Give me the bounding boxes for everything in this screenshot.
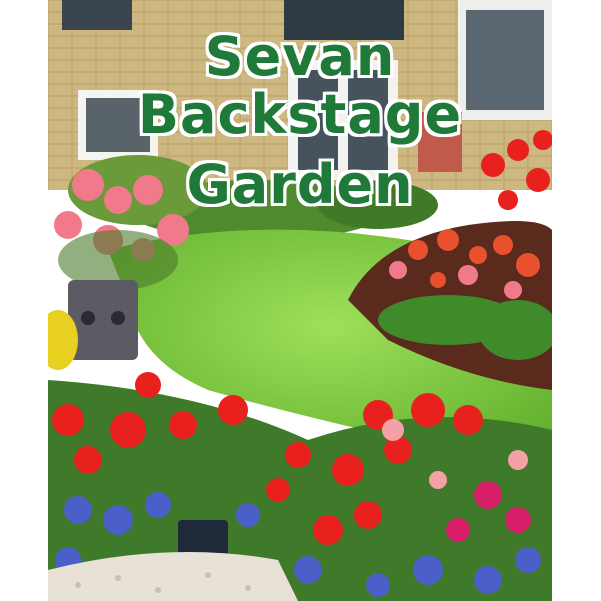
garden-photo — [48, 0, 552, 601]
cover-frame: Sevan Backstage Garden — [0, 0, 601, 601]
